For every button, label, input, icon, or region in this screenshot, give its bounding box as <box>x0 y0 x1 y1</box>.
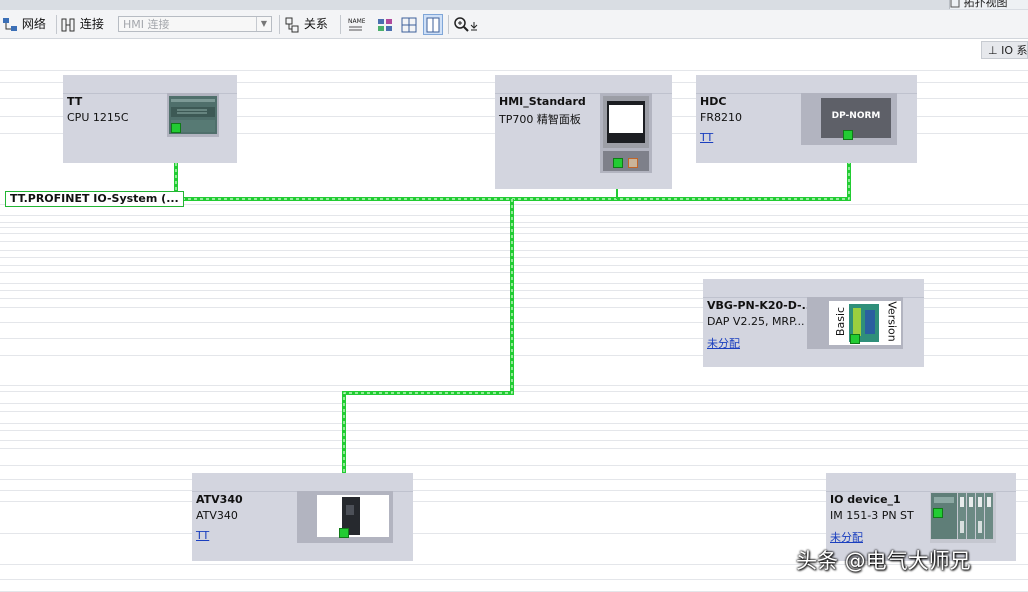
device-type: CPU 1215C <box>67 111 129 124</box>
device-name: IO device_1 <box>830 493 901 506</box>
device-type: TP700 精智面板 <box>499 113 581 126</box>
profinet-port[interactable] <box>613 158 623 168</box>
device-tt[interactable]: TT CPU 1215C <box>63 75 237 163</box>
device-type: IM 151-3 PN ST <box>830 509 914 522</box>
dp-norm-label: DP-NORM <box>831 111 881 121</box>
device-name: TT <box>67 95 83 108</box>
device-type: DAP V2.25, MRP... <box>707 315 805 328</box>
device-name: VBG-PN-K20-D-... <box>707 299 815 312</box>
dp-norm-device-icon: DP-NORM <box>821 98 891 138</box>
profinet-port[interactable] <box>171 123 181 133</box>
assigned-controller-link[interactable]: TT <box>196 529 209 542</box>
watermark: 头条 @电气大师兄 <box>796 549 971 573</box>
profinet-io-system-label[interactable]: TT.PROFINET IO-System (... <box>5 191 184 207</box>
hmi-image <box>600 93 652 173</box>
device-hmi[interactable]: HMI_Standard TP700 精智面板 <box>495 75 672 189</box>
device-hdc[interactable]: HDC FR8210 TT DP-NORM <box>696 75 917 163</box>
device-name: HDC <box>700 95 727 108</box>
profinet-port[interactable] <box>850 334 860 344</box>
unassigned-link[interactable]: 未分配 <box>707 335 740 351</box>
device-name: ATV340 <box>196 493 243 506</box>
profinet-port[interactable] <box>933 508 943 518</box>
profinet-port[interactable] <box>843 130 853 140</box>
basic-label: Basic <box>834 306 848 337</box>
assigned-controller-link[interactable]: TT <box>700 131 713 144</box>
device-vbg[interactable]: VBG-PN-K20-D-... DAP V2.25, MRP... 未分配 B… <box>703 279 924 367</box>
device-name: HMI_Standard <box>499 95 586 108</box>
touch-panel-icon <box>603 96 649 171</box>
device-type: ATV340 <box>196 509 238 522</box>
version-label: Version <box>885 301 899 342</box>
vbg-device-icon: Basic Version <box>829 301 901 345</box>
unassigned-link[interactable]: 未分配 <box>830 529 863 545</box>
device-type: FR8210 <box>700 111 742 124</box>
profinet-port[interactable] <box>339 528 349 538</box>
device-atv340[interactable]: ATV340 ATV340 TT <box>192 473 413 561</box>
mpi-dp-port[interactable] <box>628 158 638 168</box>
drive-icon <box>317 495 389 537</box>
